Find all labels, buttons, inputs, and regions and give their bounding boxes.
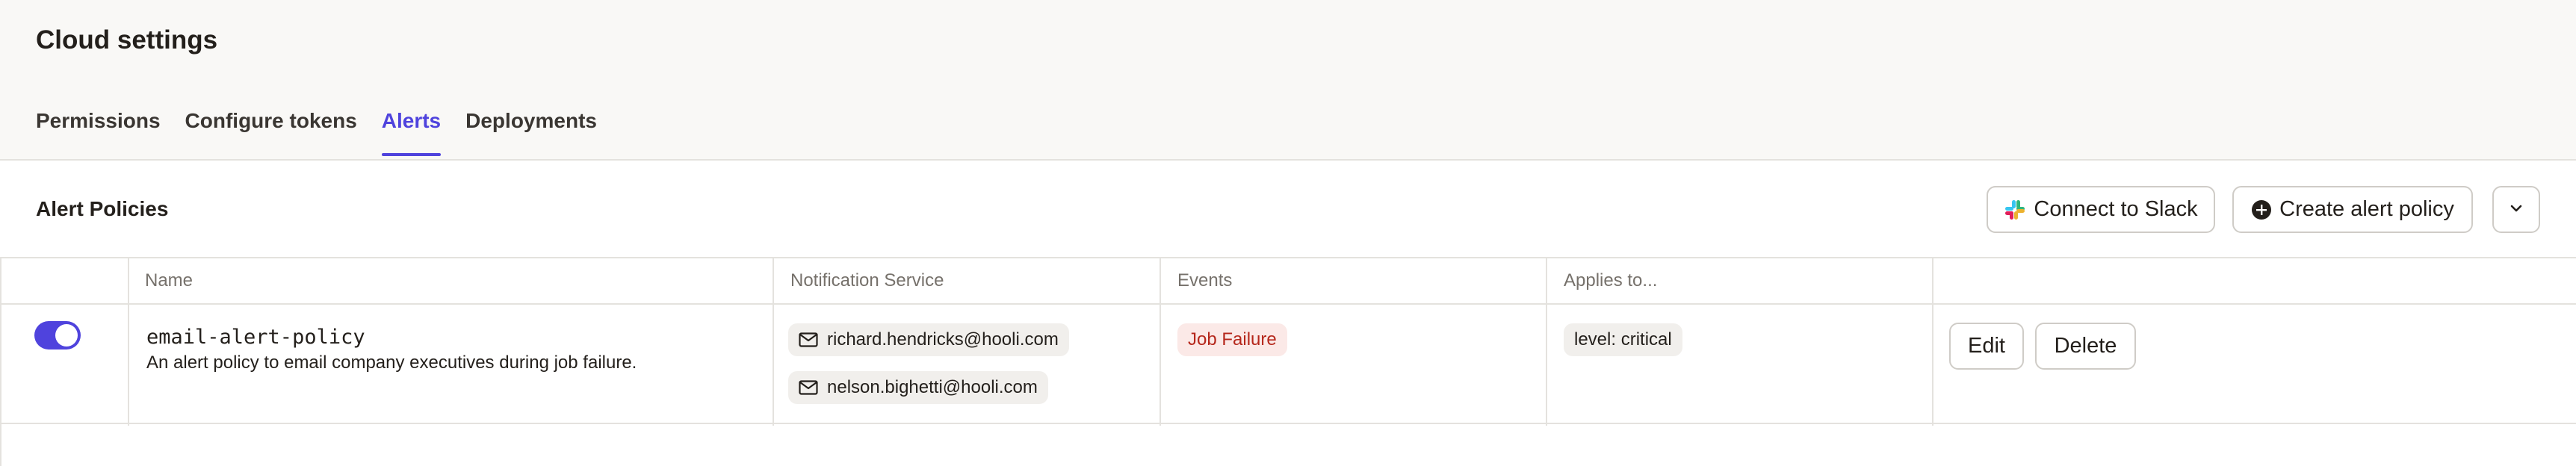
settings-tabs: Permissions Configure tokens Alerts Depl…	[36, 109, 622, 156]
policy-description: An alert policy to email company executi…	[146, 352, 637, 373]
section-title: Alert Policies	[36, 197, 169, 220]
chevron-down-icon	[2509, 197, 2524, 222]
tab-deployments[interactable]: Deployments	[465, 109, 597, 154]
more-options-button[interactable]	[2492, 186, 2540, 233]
plus-circle-icon	[2251, 199, 2272, 220]
notification-email-pill: nelson.bighetti@hooli.com	[788, 371, 1048, 404]
mail-icon	[799, 380, 818, 395]
column-header-applies-to: Applies to...	[1564, 270, 1658, 291]
policy-name: email-alert-policy	[146, 326, 365, 349]
slack-icon	[2004, 199, 2026, 221]
policy-enabled-toggle[interactable]	[34, 321, 81, 350]
table-header: Name Notification Service Events Applies…	[0, 258, 2576, 305]
event-badge: Job Failure	[1177, 323, 1287, 356]
tab-configure-tokens[interactable]: Configure tokens	[185, 109, 357, 154]
toggle-knob	[55, 324, 78, 347]
connect-slack-button[interactable]: Connect to Slack	[1987, 186, 2215, 233]
column-header-name: Name	[145, 270, 193, 291]
column-divider	[1546, 258, 1547, 426]
table-left-border	[0, 257, 1, 466]
column-divider	[128, 258, 129, 426]
mail-icon	[799, 332, 818, 347]
delete-button[interactable]: Delete	[2035, 323, 2136, 370]
settings-header: Cloud settings Permissions Configure tok…	[0, 0, 2576, 161]
tab-permissions[interactable]: Permissions	[36, 109, 161, 154]
page-title: Cloud settings	[36, 25, 218, 55]
column-divider	[1159, 258, 1161, 426]
column-divider	[1932, 258, 1933, 426]
connect-slack-label: Connect to Slack	[2034, 197, 2198, 221]
applies-to-badge: level: critical	[1564, 323, 1682, 356]
alert-policies-table: Name Notification Service Events Applies…	[0, 257, 2576, 426]
notification-email-pill: richard.hendricks@hooli.com	[788, 323, 1069, 356]
edit-button[interactable]: Edit	[1949, 323, 2024, 370]
create-alert-policy-button[interactable]: Create alert policy	[2232, 186, 2473, 233]
notification-email: nelson.bighetti@hooli.com	[827, 377, 1038, 397]
notification-email: richard.hendricks@hooli.com	[827, 329, 1059, 350]
create-alert-policy-label: Create alert policy	[2279, 197, 2454, 221]
column-header-notification-service: Notification Service	[790, 270, 944, 291]
column-divider	[773, 258, 774, 426]
tab-alerts[interactable]: Alerts	[381, 109, 442, 156]
column-header-events: Events	[1177, 270, 1233, 291]
